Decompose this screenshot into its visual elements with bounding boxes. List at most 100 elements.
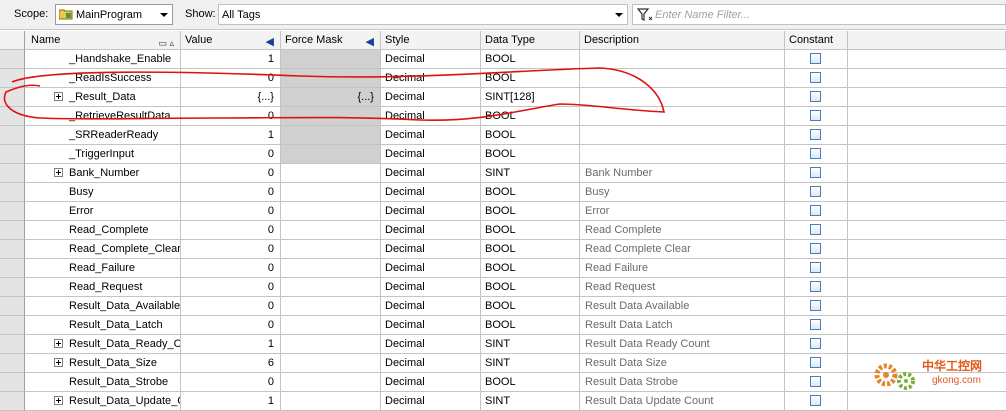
arrow-left-icon[interactable]: ◀ [366, 33, 374, 49]
tag-value-cell[interactable]: 0 [181, 373, 281, 392]
constant-cell[interactable] [785, 202, 848, 221]
data-type-cell[interactable]: BOOL [481, 221, 580, 240]
tag-value-cell[interactable]: 0 [181, 202, 281, 221]
style-cell[interactable]: Decimal [381, 392, 481, 411]
data-type-cell[interactable]: SINT [481, 392, 580, 411]
table-row[interactable]: Result_Data_Update_Count 1 Decimal SINT Resu… [0, 392, 1006, 411]
description-cell[interactable]: Result Data Size [580, 354, 785, 373]
name-filter-input[interactable]: Enter Name Filter... [632, 4, 1006, 25]
data-type-cell[interactable]: SINT [481, 354, 580, 373]
tag-value-cell[interactable]: 1 [181, 392, 281, 411]
row-selector[interactable] [0, 316, 25, 335]
tag-name-cell[interactable]: Bank_Number [25, 164, 181, 183]
table-row[interactable]: _RetrieveResultData 0 Decimal BOOL [0, 107, 1006, 126]
column-header-constant[interactable]: Constant [785, 31, 848, 50]
tag-value-cell[interactable]: 0 [181, 278, 281, 297]
row-selector[interactable] [0, 183, 25, 202]
tag-name-cell[interactable]: Busy [25, 183, 181, 202]
force-mask-cell[interactable] [281, 126, 381, 145]
table-row[interactable]: Result_Data_Size 6 Decimal SINT Result Data … [0, 354, 1006, 373]
tag-value-cell[interactable]: 1 [181, 335, 281, 354]
constant-checkbox[interactable] [810, 110, 821, 121]
constant-cell[interactable] [785, 278, 848, 297]
constant-cell[interactable] [785, 107, 848, 126]
chevron-down-icon[interactable] [615, 13, 623, 17]
data-type-cell[interactable]: BOOL [481, 50, 580, 69]
style-cell[interactable]: Decimal [381, 221, 481, 240]
row-selector[interactable] [0, 164, 25, 183]
tag-value-cell[interactable]: 0 [181, 259, 281, 278]
scope-dropdown[interactable]: MainProgram [55, 4, 173, 25]
table-row[interactable]: Result_Data_Strobe 0 Decimal BOOL Result Dat… [0, 373, 1006, 392]
tag-value-cell[interactable]: 6 [181, 354, 281, 373]
description-cell[interactable]: Result Data Available [580, 297, 785, 316]
constant-cell[interactable] [785, 392, 848, 411]
description-cell[interactable]: Result Data Update Count [580, 392, 785, 411]
style-cell[interactable]: Decimal [381, 297, 481, 316]
style-cell[interactable]: Decimal [381, 278, 481, 297]
table-row[interactable]: Read_Complete 0 Decimal BOOL Read Complete [0, 221, 1006, 240]
data-type-cell[interactable]: SINT[128] [481, 88, 580, 107]
row-selector[interactable] [0, 145, 25, 164]
tag-value-cell[interactable]: 0 [181, 316, 281, 335]
force-mask-cell[interactable] [281, 145, 381, 164]
table-row[interactable]: Read_Failure 0 Decimal BOOL Read Failure [0, 259, 1006, 278]
description-cell[interactable]: Read Complete Clear [580, 240, 785, 259]
data-type-cell[interactable]: BOOL [481, 145, 580, 164]
description-cell[interactable] [580, 69, 785, 88]
tag-name-cell[interactable]: Read_Complete [25, 221, 181, 240]
column-header-force-mask[interactable]: Force Mask ◀ [281, 31, 381, 50]
data-type-cell[interactable]: BOOL [481, 297, 580, 316]
style-cell[interactable]: Decimal [381, 316, 481, 335]
tag-name-cell[interactable]: Read_Complete_Clear [25, 240, 181, 259]
force-mask-cell[interactable] [281, 50, 381, 69]
style-cell[interactable]: Decimal [381, 69, 481, 88]
constant-checkbox[interactable] [810, 91, 821, 102]
expand-plus-icon[interactable] [54, 358, 63, 367]
row-selector[interactable] [0, 278, 25, 297]
row-selector[interactable] [0, 354, 25, 373]
expand-plus-icon[interactable] [54, 339, 63, 348]
style-cell[interactable]: Decimal [381, 145, 481, 164]
description-cell[interactable]: Read Complete [580, 221, 785, 240]
style-cell[interactable]: Decimal [381, 335, 481, 354]
style-cell[interactable]: Decimal [381, 354, 481, 373]
column-header-style[interactable]: Style [381, 31, 481, 50]
style-cell[interactable]: Decimal [381, 164, 481, 183]
description-cell[interactable]: Result Data Latch [580, 316, 785, 335]
row-selector[interactable] [0, 297, 25, 316]
style-cell[interactable]: Decimal [381, 126, 481, 145]
data-type-cell[interactable]: BOOL [481, 202, 580, 221]
row-selector[interactable] [0, 221, 25, 240]
force-mask-cell[interactable] [281, 183, 381, 202]
force-mask-cell[interactable] [281, 373, 381, 392]
description-cell[interactable]: Result Data Strobe [580, 373, 785, 392]
data-type-cell[interactable]: BOOL [481, 126, 580, 145]
description-cell[interactable] [580, 126, 785, 145]
constant-checkbox[interactable] [810, 300, 821, 311]
data-type-cell[interactable]: BOOL [481, 183, 580, 202]
tag-value-cell[interactable]: 0 [181, 164, 281, 183]
table-row[interactable]: Read_Request 0 Decimal BOOL Read Request [0, 278, 1006, 297]
tag-value-cell[interactable]: 1 [181, 50, 281, 69]
force-mask-cell[interactable] [281, 278, 381, 297]
tag-value-cell[interactable]: 0 [181, 107, 281, 126]
constant-cell[interactable] [785, 164, 848, 183]
tag-name-cell[interactable]: _RetrieveResultData [25, 107, 181, 126]
column-header-value[interactable]: Value ◀ [181, 31, 281, 50]
force-mask-cell[interactable] [281, 221, 381, 240]
table-row[interactable]: _SRReaderReady 1 Decimal BOOL [0, 126, 1006, 145]
description-cell[interactable] [580, 145, 785, 164]
row-selector[interactable] [0, 392, 25, 411]
tag-name-cell[interactable]: Error [25, 202, 181, 221]
table-row[interactable]: Result_Data_Latch 0 Decimal BOOL Result Data… [0, 316, 1006, 335]
force-mask-cell[interactable]: {...} [281, 88, 381, 107]
column-header-description[interactable]: Description [580, 31, 785, 50]
tag-name-cell[interactable]: Result_Data_Latch [25, 316, 181, 335]
style-cell[interactable]: Decimal [381, 183, 481, 202]
tag-value-cell[interactable]: 1 [181, 126, 281, 145]
data-type-cell[interactable]: BOOL [481, 240, 580, 259]
constant-checkbox[interactable] [810, 205, 821, 216]
data-type-cell[interactable]: SINT [481, 164, 580, 183]
tag-value-cell[interactable]: 0 [181, 145, 281, 164]
